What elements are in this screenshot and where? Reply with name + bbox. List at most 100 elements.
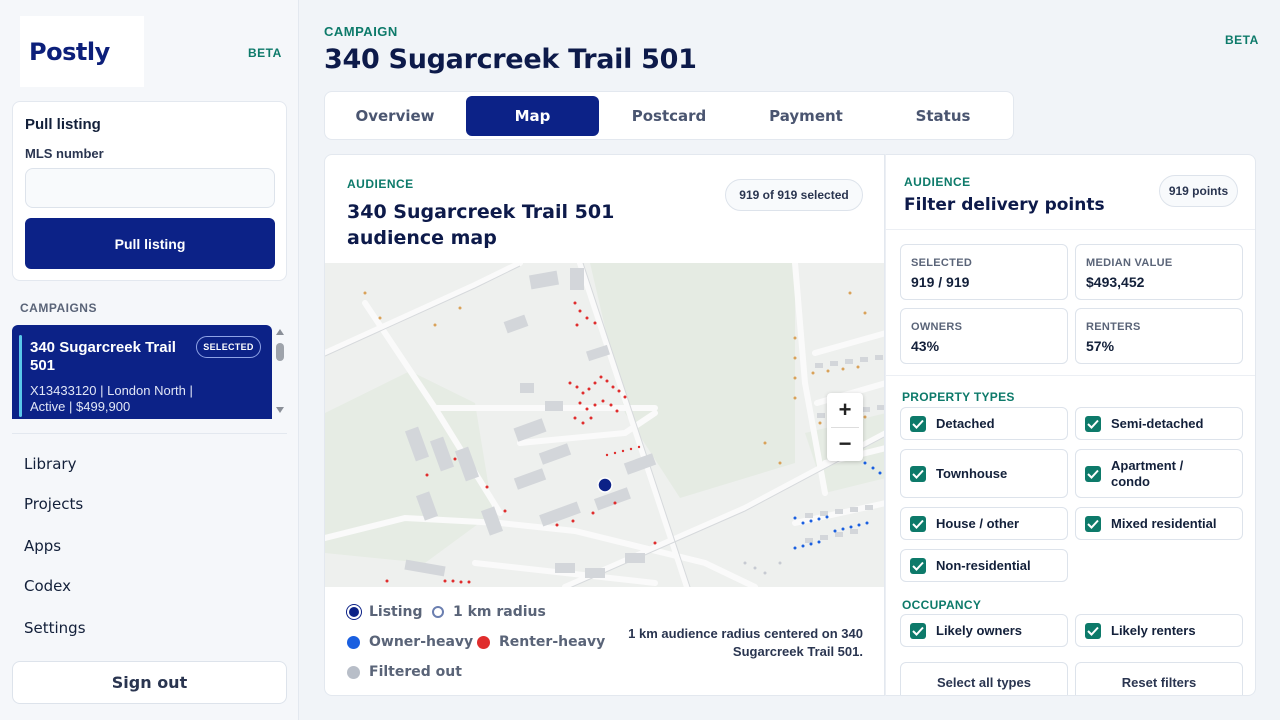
tab-postcard[interactable]: Postcard bbox=[601, 96, 737, 136]
pull-listing-button[interactable]: Pull listing bbox=[25, 218, 275, 269]
checkbox-checked-icon[interactable] bbox=[1085, 622, 1101, 639]
filter-apartment-condo[interactable]: Apartment / condo bbox=[1075, 449, 1243, 498]
filter-apartment-condo-label: Apartment / condo bbox=[1111, 457, 1184, 489]
checkbox-checked-icon[interactable] bbox=[1085, 515, 1101, 532]
zoom-in-button[interactable]: + bbox=[827, 393, 863, 427]
stat-selected: SELECTED 919 / 919 bbox=[900, 244, 1068, 300]
zoom-out-button[interactable]: − bbox=[827, 427, 863, 461]
stat-selected-label: SELECTED bbox=[911, 257, 973, 269]
header-beta-badge: BETA bbox=[1225, 33, 1259, 47]
filter-header-divider bbox=[886, 229, 1255, 230]
stat-owners-label: OWNERS bbox=[911, 321, 963, 333]
filter-mixed-residential[interactable]: Mixed residential bbox=[1075, 507, 1243, 540]
tab-overview[interactable]: Overview bbox=[327, 96, 463, 136]
stat-median-value-label: MEDIAN VALUE bbox=[1086, 257, 1173, 269]
tab-payment[interactable]: Payment bbox=[738, 96, 874, 136]
mls-number-label: MLS number bbox=[25, 146, 104, 161]
filter-eyebrow: AUDIENCE bbox=[904, 175, 971, 189]
filter-semi-detached-label: Semi-detached bbox=[1111, 415, 1204, 431]
checkbox-checked-icon[interactable] bbox=[910, 622, 926, 639]
tab-map[interactable]: Map bbox=[466, 96, 599, 136]
filter-non-residential-label: Non-residential bbox=[936, 557, 1031, 573]
filter-likely-owners-label: Likely owners bbox=[936, 622, 1022, 638]
checkbox-checked-icon[interactable] bbox=[910, 415, 926, 432]
filter-title: Filter delivery points bbox=[904, 195, 1105, 215]
legend-radius-icon bbox=[432, 606, 444, 618]
filter-likely-renters[interactable]: Likely renters bbox=[1075, 614, 1243, 647]
legend-renter-heavy-label: Renter-heavy bbox=[499, 634, 606, 650]
map-title: 340 Sugarcreek Trail 501 audience map bbox=[347, 201, 615, 249]
legend-owner-heavy: Owner-heavy bbox=[347, 634, 473, 650]
audience-map-card: AUDIENCE 340 Sugarcreek Trail 501 audien… bbox=[324, 154, 885, 696]
filter-detached[interactable]: Detached bbox=[900, 407, 1068, 440]
sidebar: Postly BETA Pull listing MLS number Pull… bbox=[0, 0, 299, 720]
stat-renters-label: RENTERS bbox=[1086, 321, 1141, 333]
campaign-accent-bar bbox=[19, 335, 22, 417]
filter-townhouse[interactable]: Townhouse bbox=[900, 449, 1068, 498]
campaign-name: 340 Sugarcreek Trail 501 bbox=[30, 339, 176, 374]
nav-divider bbox=[12, 433, 287, 434]
occupancy-label: OCCUPANCY bbox=[902, 598, 982, 612]
map-canvas[interactable] bbox=[325, 260, 885, 591]
pull-listing-title: Pull listing bbox=[25, 116, 101, 133]
legend-radius-label: 1 km radius bbox=[453, 604, 546, 620]
filter-detached-label: Detached bbox=[936, 415, 995, 431]
tab-status[interactable]: Status bbox=[875, 96, 1011, 136]
stat-owners-value: 43% bbox=[911, 338, 940, 354]
legend-owner-heavy-label: Owner-heavy bbox=[369, 634, 474, 650]
campaigns-label: CAMPAIGNS bbox=[20, 301, 97, 315]
scroll-up-arrow-icon[interactable] bbox=[276, 329, 284, 335]
nav-item-projects[interactable]: Projects bbox=[24, 495, 83, 513]
checkbox-checked-icon[interactable] bbox=[1085, 465, 1101, 482]
nav-item-settings[interactable]: Settings bbox=[24, 619, 86, 637]
nav-item-codex[interactable]: Codex bbox=[24, 577, 71, 595]
checkbox-checked-icon[interactable] bbox=[910, 515, 926, 532]
filter-semi-detached[interactable]: Semi-detached bbox=[1075, 407, 1243, 440]
stat-selected-value: 919 / 919 bbox=[911, 274, 970, 290]
checkbox-checked-icon[interactable] bbox=[910, 557, 926, 574]
stats-divider bbox=[886, 375, 1255, 376]
filter-mixed-residential-label: Mixed residential bbox=[1111, 515, 1217, 531]
legend-radius: 1 km radius bbox=[432, 604, 546, 620]
stat-owners: OWNERS 43% bbox=[900, 308, 1068, 364]
checkbox-checked-icon[interactable] bbox=[910, 465, 926, 482]
select-all-types-button[interactable]: Select all types bbox=[900, 662, 1068, 695]
legend-listing: Listing bbox=[347, 604, 423, 620]
campaign-tabs: Overview Map Postcard Payment Status bbox=[324, 91, 1014, 140]
filter-townhouse-label: Townhouse bbox=[936, 465, 1008, 481]
stat-renters: RENTERS 57% bbox=[1075, 308, 1243, 364]
campaign-list-scrollbar[interactable] bbox=[273, 327, 287, 419]
filter-likely-owners[interactable]: Likely owners bbox=[900, 614, 1068, 647]
mls-number-input[interactable] bbox=[25, 168, 275, 208]
filter-non-residential[interactable]: Non-residential bbox=[900, 549, 1068, 582]
campaign-meta: X13433120 | London North | Active | $499… bbox=[30, 383, 193, 414]
legend-listing-icon bbox=[349, 607, 359, 617]
reset-filters-button[interactable]: Reset filters bbox=[1075, 662, 1243, 695]
logo: Postly bbox=[20, 16, 144, 87]
nav-item-library[interactable]: Library bbox=[24, 455, 76, 473]
filter-likely-renters-label: Likely renters bbox=[1111, 622, 1196, 638]
audience-map[interactable]: + − bbox=[325, 260, 885, 591]
zoom-control: + − bbox=[827, 393, 863, 461]
scroll-thumb[interactable] bbox=[276, 343, 284, 361]
nav-item-apps[interactable]: Apps bbox=[24, 537, 61, 555]
filter-house-other[interactable]: House / other bbox=[900, 507, 1068, 540]
stat-median-value: MEDIAN VALUE $493,452 bbox=[1075, 244, 1243, 300]
page-title: 340 Sugarcreek Trail 501 bbox=[324, 44, 697, 75]
map-eyebrow: AUDIENCE bbox=[347, 177, 414, 191]
legend-filtered-out-icon bbox=[347, 665, 360, 679]
property-types-label: PROPERTY TYPES bbox=[902, 390, 1015, 404]
legend-owner-heavy-icon bbox=[347, 635, 360, 649]
filter-house-other-label: House / other bbox=[936, 515, 1020, 531]
sign-out-button[interactable]: Sign out bbox=[12, 661, 287, 704]
campaign-item-selected[interactable]: 340 Sugarcreek Trail 501 SELECTED X13433… bbox=[12, 325, 272, 419]
legend-filtered-out: Filtered out bbox=[347, 664, 462, 680]
scroll-down-arrow-icon[interactable] bbox=[276, 407, 284, 413]
checkbox-checked-icon[interactable] bbox=[1085, 415, 1101, 432]
logo-text: Postly bbox=[29, 37, 110, 66]
map-caption: 1 km audience radius centered on 340 Sug… bbox=[628, 626, 863, 659]
legend-renter-heavy-icon bbox=[477, 635, 490, 649]
listing-marker[interactable] bbox=[597, 477, 613, 493]
beta-badge: BETA bbox=[248, 46, 282, 60]
legend-renter-heavy: Renter-heavy bbox=[477, 634, 605, 650]
